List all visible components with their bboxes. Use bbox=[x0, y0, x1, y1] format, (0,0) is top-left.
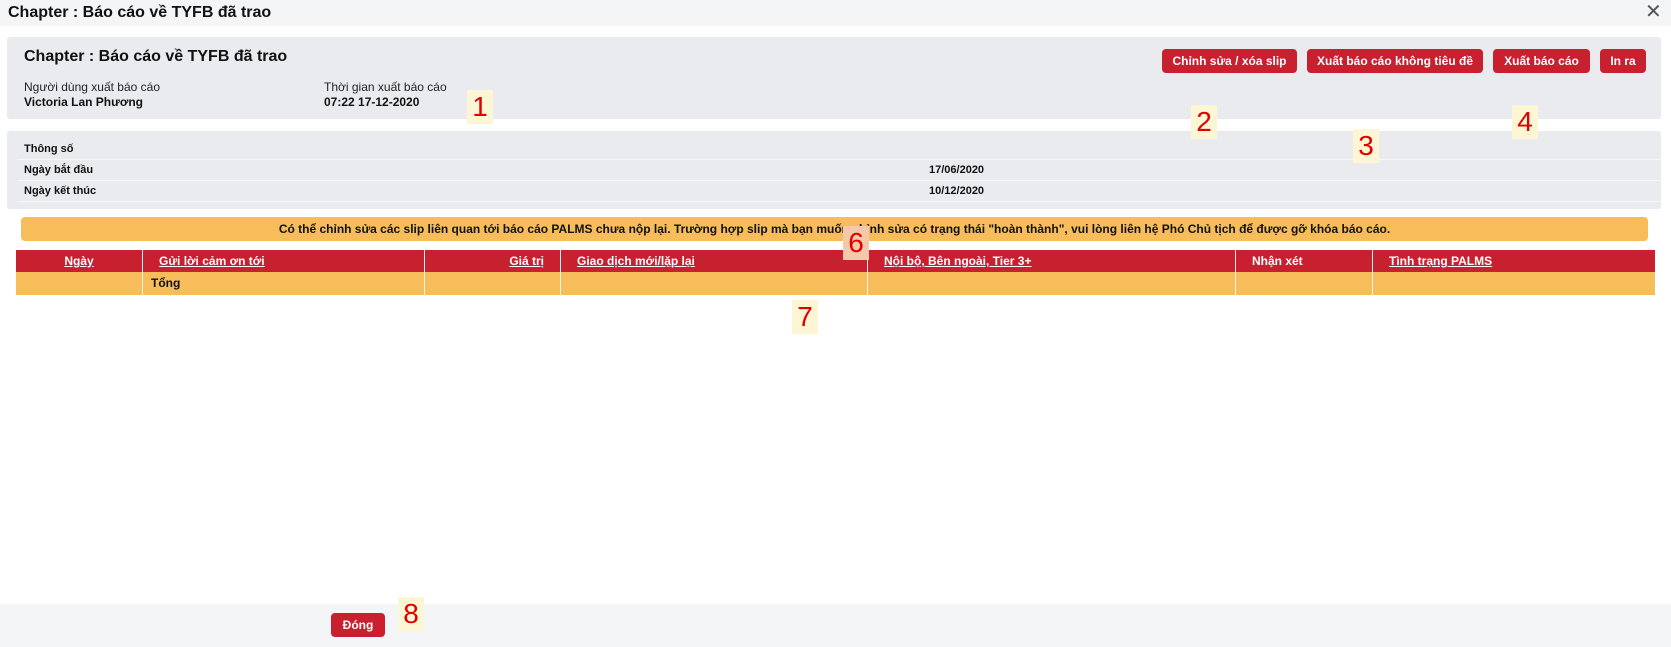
marker-3: 3 bbox=[1353, 129, 1379, 163]
close-button[interactable]: Đóng bbox=[331, 613, 385, 637]
end-date-row: Ngày kết thúc 10/12/2020 bbox=[17, 181, 1661, 202]
start-date-value: 17/06/2020 bbox=[929, 164, 985, 176]
print-button[interactable]: In ra bbox=[1600, 49, 1646, 73]
table-header: Ngày Gửi lời cảm ơn tới Giá trị Giao dịc… bbox=[16, 250, 1655, 272]
marker-1: 1 bbox=[467, 90, 493, 124]
edit-delete-slip-button[interactable]: Chỉnh sửa / xóa slip bbox=[1162, 49, 1297, 73]
window-titlebar: Chapter : Báo cáo về TYFB đã trao ✕ bbox=[0, 0, 1671, 26]
parameters-panel: Thông số Ngày bắt đầu 17/06/2020 Ngày kế… bbox=[7, 131, 1661, 209]
marker-2: 2 bbox=[1191, 105, 1217, 139]
total-cell-date bbox=[16, 272, 143, 295]
end-date-label: Ngày kết thúc bbox=[24, 185, 97, 197]
time-label: Thời gian xuất báo cáo bbox=[324, 80, 447, 94]
report-header-panel: Chapter : Báo cáo về TYFB đã trao Người … bbox=[7, 37, 1661, 119]
marker-8: 8 bbox=[398, 597, 424, 631]
col-palms-status[interactable]: Tình trạng PALMS bbox=[1373, 250, 1655, 272]
export-report-button[interactable]: Xuất báo cáo bbox=[1493, 49, 1590, 73]
footer-bar: Đóng bbox=[0, 604, 1671, 647]
marker-6: 6 bbox=[843, 226, 869, 260]
start-date-row: Ngày bắt đầu 17/06/2020 bbox=[17, 160, 1661, 181]
total-cell-transaction bbox=[561, 272, 868, 295]
export-no-title-button[interactable]: Xuất báo cáo không tiêu đề bbox=[1307, 49, 1483, 73]
total-cell-value bbox=[425, 272, 561, 295]
total-cell-status bbox=[1373, 272, 1655, 295]
col-internal-external[interactable]: Nội bộ, Bên ngoài, Tier 3+ bbox=[868, 250, 1236, 272]
col-date[interactable]: Ngày bbox=[16, 250, 143, 272]
marker-4: 4 bbox=[1512, 105, 1538, 139]
end-date-value: 10/12/2020 bbox=[929, 185, 985, 197]
time-value: 07:22 17-12-2020 bbox=[324, 95, 420, 109]
window-title: Chapter : Báo cáo về TYFB đã trao bbox=[8, 4, 272, 21]
params-heading-row: Thông số bbox=[17, 139, 1661, 160]
table-total-row: Tổng bbox=[16, 272, 1655, 295]
notice-banner: Có thể chỉnh sửa các slip liên quan tới … bbox=[21, 217, 1648, 241]
col-transaction[interactable]: Giao dịch mới/lặp lại bbox=[561, 250, 868, 272]
col-value[interactable]: Giá trị bbox=[425, 250, 561, 272]
col-thanks-to[interactable]: Gửi lời cảm ơn tới bbox=[143, 250, 425, 272]
col-comments: Nhận xét bbox=[1236, 250, 1373, 272]
params-heading: Thông số bbox=[24, 143, 74, 155]
total-cell-internal bbox=[868, 272, 1236, 295]
total-label: Tổng bbox=[143, 272, 425, 295]
report-title: Chapter : Báo cáo về TYFB đã trao bbox=[24, 48, 288, 65]
start-date-label: Ngày bắt đầu bbox=[24, 164, 94, 176]
marker-7: 7 bbox=[792, 300, 818, 334]
close-icon[interactable]: ✕ bbox=[1645, 2, 1662, 22]
user-value: Victoria Lan Phương bbox=[24, 95, 144, 109]
user-label: Người dùng xuất báo cáo bbox=[24, 80, 160, 94]
total-cell-comments bbox=[1236, 272, 1373, 295]
